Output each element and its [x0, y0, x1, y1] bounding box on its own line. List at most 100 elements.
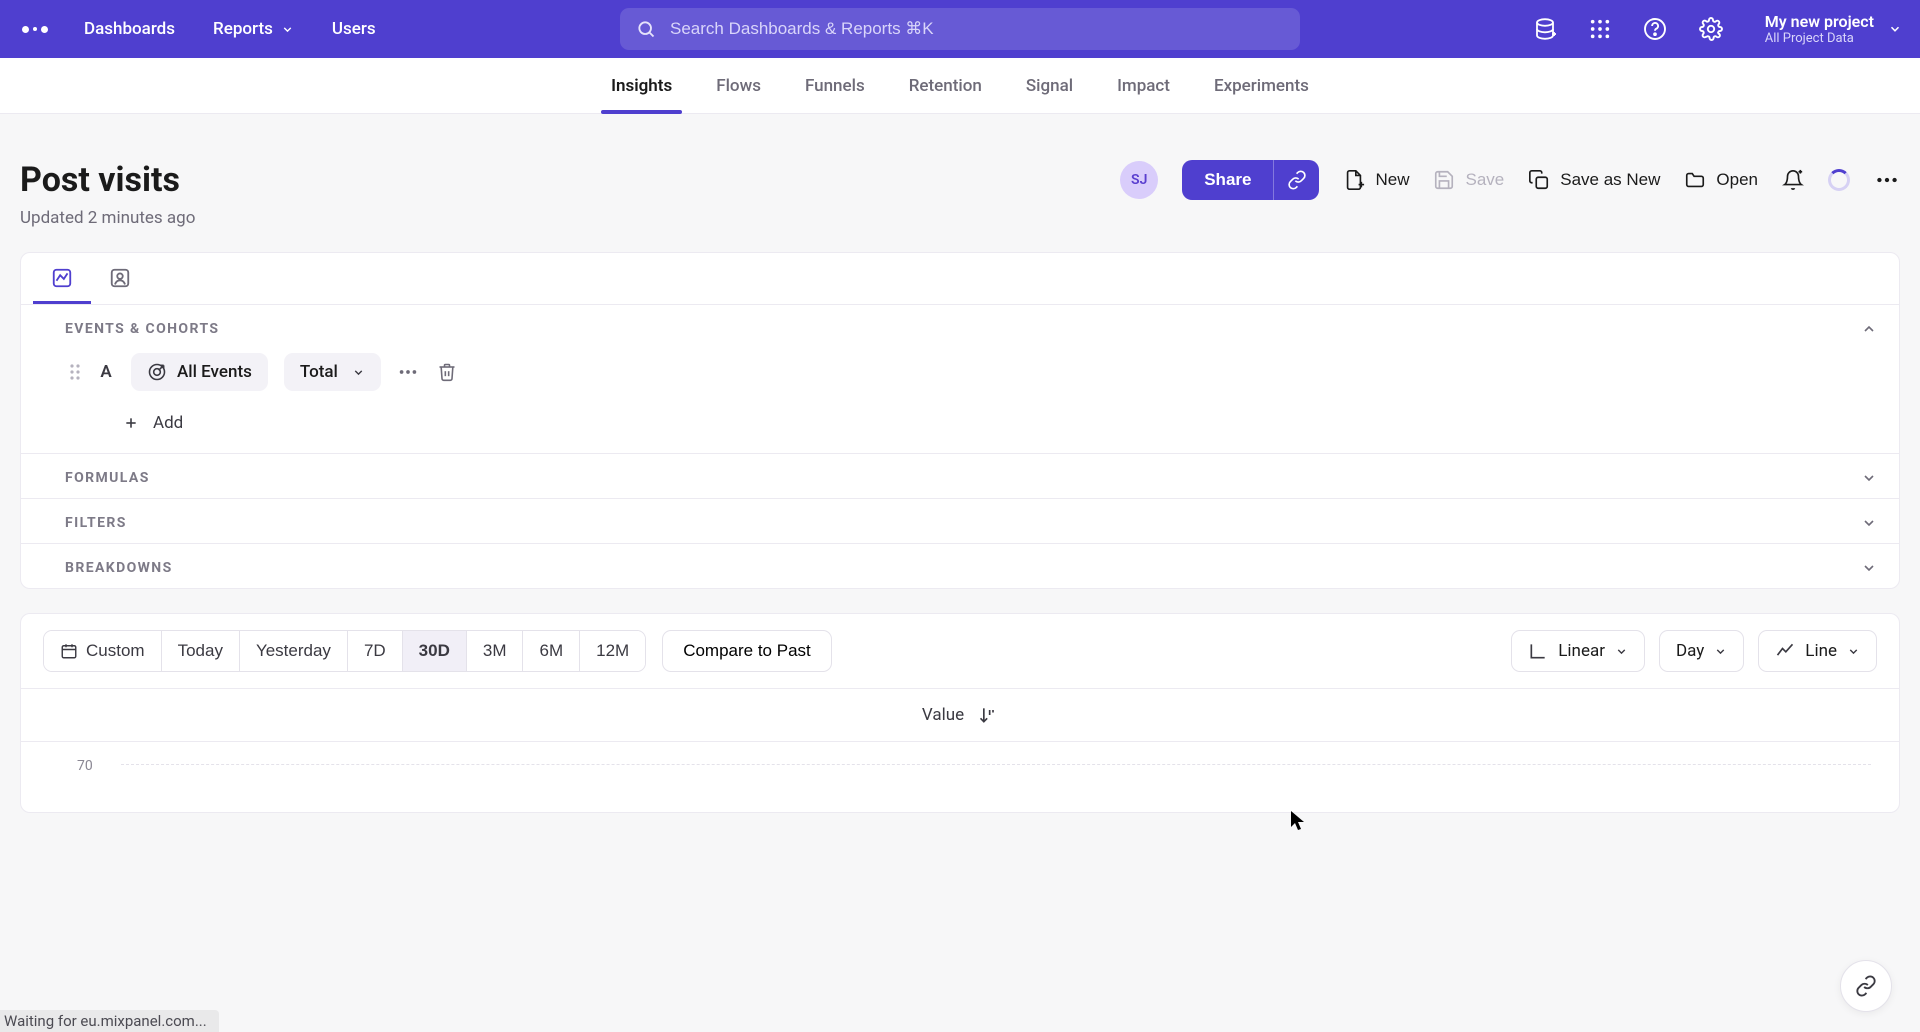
time-range-segments: Custom Today Yesterday 7D 30D 3M 6M 12M	[43, 630, 646, 672]
expand-icon[interactable]	[1861, 560, 1877, 576]
time-3m[interactable]: 3M	[467, 631, 524, 671]
target-icon	[147, 362, 167, 382]
share-button[interactable]: Share	[1182, 160, 1273, 200]
tab-retention[interactable]: Retention	[909, 58, 982, 113]
folder-icon	[1684, 169, 1706, 191]
sort-desc-icon	[978, 705, 998, 725]
new-file-icon	[1343, 169, 1365, 191]
report-type-tabs: Insights Flows Funnels Retention Signal …	[0, 58, 1920, 114]
chevron-down-icon	[352, 366, 365, 379]
chart-type-select[interactable]: Line	[1758, 630, 1877, 672]
row-delete-button[interactable]	[437, 362, 457, 382]
settings-gear-icon[interactable]	[1699, 17, 1723, 41]
topbar: Dashboards Reports Users My new p	[0, 0, 1920, 58]
value-header[interactable]: Value	[21, 689, 1899, 742]
topbar-right: My new project All Project Data	[1533, 12, 1902, 47]
tab-insights[interactable]: Insights	[611, 58, 672, 113]
compare-to-past-button[interactable]: Compare to Past	[662, 630, 832, 672]
time-yesterday[interactable]: Yesterday	[240, 631, 348, 671]
time-today[interactable]: Today	[162, 631, 240, 671]
chart-panel: Custom Today Yesterday 7D 30D 3M 6M 12M …	[20, 613, 1900, 813]
chevron-down-icon	[1888, 22, 1902, 36]
add-event-button[interactable]: Add	[123, 413, 1877, 433]
project-name: My new project	[1765, 12, 1874, 31]
row-more-button[interactable]	[397, 361, 419, 383]
section-breakdowns: BREAKDOWNS	[21, 544, 1899, 588]
section-title: FORMULAS	[65, 470, 150, 486]
event-row: A All Events Total	[69, 353, 1877, 391]
chevron-down-icon	[1615, 645, 1628, 658]
page-header: Post visits Updated 2 minutes ago SJ Sha…	[0, 114, 1920, 252]
query-panel: EVENTS & COHORTS A All Events Total	[20, 252, 1900, 589]
nav-reports[interactable]: Reports	[213, 19, 294, 39]
new-button[interactable]: New	[1343, 169, 1409, 191]
more-horizontal-icon	[1874, 167, 1900, 193]
chart-icon	[51, 267, 73, 289]
open-button[interactable]: Open	[1684, 169, 1758, 191]
granularity-select[interactable]: Day	[1659, 630, 1744, 672]
section-title: EVENTS & COHORTS	[65, 321, 219, 337]
calendar-icon	[60, 642, 78, 660]
nav-reports-label: Reports	[213, 19, 273, 39]
project-scope: All Project Data	[1765, 31, 1874, 47]
page-updated: Updated 2 minutes ago	[20, 208, 195, 228]
apps-grid-icon[interactable]	[1589, 18, 1611, 40]
cursor-icon	[1290, 810, 1306, 832]
nav-users[interactable]: Users	[332, 19, 376, 39]
expand-icon[interactable]	[1861, 470, 1877, 486]
chevron-down-icon	[1847, 645, 1860, 658]
y-axis-tick: 70	[77, 758, 93, 774]
loading-spinner-icon	[1828, 169, 1850, 191]
help-icon[interactable]	[1643, 17, 1667, 41]
event-select[interactable]: All Events	[131, 353, 268, 391]
section-events-cohorts: EVENTS & COHORTS A All Events Total	[21, 305, 1899, 454]
measure-select[interactable]: Total	[284, 353, 381, 391]
drag-handle-icon[interactable]	[69, 363, 81, 381]
time-12m[interactable]: 12M	[580, 631, 645, 671]
save-button: Save	[1433, 169, 1504, 191]
notifications-button[interactable]	[1782, 169, 1804, 191]
tab-funnels[interactable]: Funnels	[805, 58, 865, 113]
panel-tab-events[interactable]	[33, 253, 91, 304]
line-chart-icon	[1775, 641, 1795, 661]
time-6m[interactable]: 6M	[523, 631, 580, 671]
bell-icon	[1782, 169, 1804, 191]
scale-select[interactable]: Linear	[1511, 630, 1645, 672]
tab-flows[interactable]: Flows	[716, 58, 761, 113]
avatar[interactable]: SJ	[1120, 161, 1158, 199]
collapse-icon[interactable]	[1861, 321, 1877, 337]
chart-gridline	[121, 764, 1871, 765]
link-icon	[1287, 170, 1307, 190]
nav-dashboards[interactable]: Dashboards	[84, 19, 175, 39]
time-30d[interactable]: 30D	[403, 631, 467, 671]
app-logo[interactable]	[12, 20, 58, 39]
chart-toolbar: Custom Today Yesterday 7D 30D 3M 6M 12M …	[21, 614, 1899, 689]
tab-impact[interactable]: Impact	[1117, 58, 1170, 113]
copy-icon	[1528, 169, 1550, 191]
section-formulas: FORMULAS	[21, 454, 1899, 499]
tab-experiments[interactable]: Experiments	[1214, 58, 1309, 113]
more-actions-button[interactable]	[1874, 167, 1900, 193]
chevron-down-icon	[1714, 645, 1727, 658]
tab-signal[interactable]: Signal	[1026, 58, 1073, 113]
global-search[interactable]	[620, 8, 1300, 50]
share-link-button[interactable]	[1273, 160, 1319, 200]
time-7d[interactable]: 7D	[348, 631, 403, 671]
time-custom[interactable]: Custom	[44, 631, 162, 671]
save-as-new-button[interactable]: Save as New	[1528, 169, 1660, 191]
copy-link-fab[interactable]	[1840, 960, 1892, 1012]
page-title: Post visits	[20, 160, 195, 200]
data-icon[interactable]	[1533, 17, 1557, 41]
share-button-group: Share	[1182, 160, 1319, 200]
expand-icon[interactable]	[1861, 515, 1877, 531]
section-filters: FILTERS	[21, 499, 1899, 544]
chart-area: 70	[21, 742, 1899, 812]
project-switcher[interactable]: My new project All Project Data	[1755, 12, 1902, 47]
panel-tab-users[interactable]	[91, 253, 149, 304]
save-icon	[1433, 169, 1455, 191]
search-input[interactable]	[670, 19, 1284, 39]
browser-status-bar: Waiting for eu.mixpanel.com...	[0, 1010, 219, 1032]
chevron-down-icon	[281, 23, 294, 36]
header-actions: SJ Share New Save Save as New	[1120, 160, 1900, 200]
plus-icon	[123, 415, 139, 431]
